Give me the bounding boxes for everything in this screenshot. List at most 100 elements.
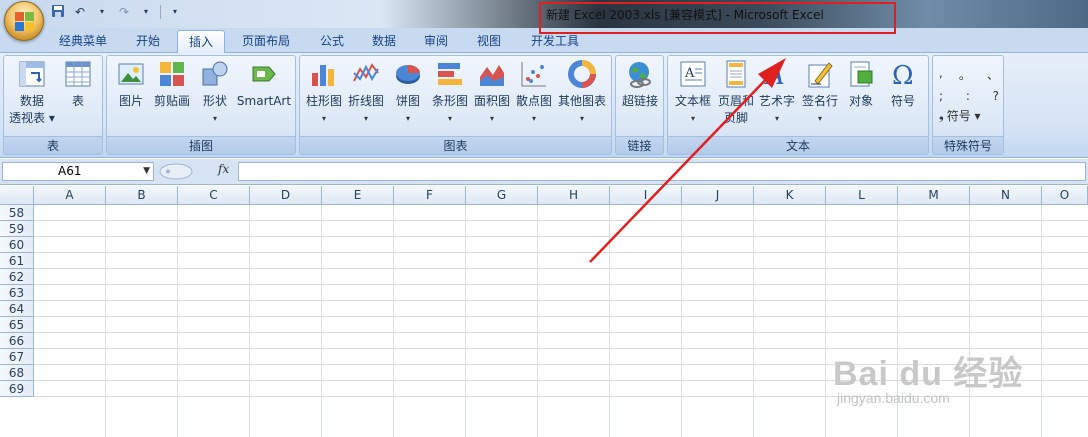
column-header-k[interactable]: K [754,186,826,205]
redo-dropdown-icon[interactable]: ▾ [138,4,154,20]
row-header-59[interactable]: 59 [0,221,34,237]
sheet-row[interactable] [34,269,1088,285]
wordart-label: 艺术字 [758,94,795,108]
tab-page-layout[interactable]: 页面布局 [234,30,298,53]
undo-icon[interactable]: ↶ [72,4,88,20]
sheet-row[interactable] [34,237,1088,253]
column-header-f[interactable]: F [394,186,466,205]
hyperlink-button[interactable]: 超链接 [618,59,662,110]
wordart-icon: A [762,59,792,91]
scatter-chart-icon [519,59,549,89]
bar-chart-button[interactable]: 条形图 ▾ [430,59,470,124]
shapes-button[interactable]: 形状 ▾ [197,59,233,124]
redo-icon[interactable]: ↷ [116,4,132,20]
column-header-e[interactable]: E [322,186,394,205]
sheet-row[interactable] [34,253,1088,269]
symbol-colon[interactable]: : [966,89,970,103]
column-header-j[interactable]: J [682,186,754,205]
symbol-semicolon[interactable]: ; [939,89,943,103]
column-header-o[interactable]: O [1042,186,1088,205]
name-box[interactable]: A61 ▼ [2,162,154,181]
group-special-symbols: , 。 、 ; : ? ❟ 符号 ▾ 特殊符号 [932,55,1004,155]
symbol-label: 符号 [890,94,915,108]
symbol-gallery[interactable]: , 。 、 ; : ? ❟ 符号 ▾ [939,66,999,124]
name-box-value: A61 [58,164,82,178]
tab-classic-menu[interactable]: 经典菜单 [48,30,118,53]
column-header-b[interactable]: B [106,186,178,205]
other-charts-dropdown-icon: ▾ [579,114,584,123]
office-button[interactable] [4,1,44,41]
wordart-button[interactable]: A 艺术字 ▾ [756,59,798,124]
smartart-button[interactable]: SmartArt [235,59,293,110]
column-header-a[interactable]: A [34,186,106,205]
group-links-label: 链接 [616,136,663,154]
column-header-h[interactable]: H [538,186,610,205]
header-footer-label-1: 页眉和 [717,94,754,108]
symbol-comma[interactable]: , [939,66,943,83]
customize-qat-icon[interactable]: ▾ [167,4,183,20]
row-header-62[interactable]: 62 [0,269,34,285]
pie-chart-button[interactable]: 饼图 ▾ [388,59,428,124]
row-header-66[interactable]: 66 [0,333,34,349]
other-charts-button[interactable]: 其他图表 ▾ [556,59,608,124]
scatter-chart-button[interactable]: 散点图 ▾ [514,59,554,124]
column-header-g[interactable]: G [466,186,538,205]
tab-data[interactable]: 数据 [362,30,406,53]
sheet-row[interactable] [34,285,1088,301]
sheet-row[interactable] [34,317,1088,333]
symbol-pause[interactable]: 、 [987,66,999,83]
tab-home[interactable]: 开始 [126,30,170,53]
row-header-60[interactable]: 60 [0,237,34,253]
sheet-row[interactable] [34,221,1088,237]
watermark-url: jingyan.baidu.com [837,390,950,406]
row-header-68[interactable]: 68 [0,365,34,381]
sheet-row[interactable] [34,301,1088,317]
omega-icon: Ω [888,59,918,91]
column-header-i[interactable]: I [610,186,682,205]
row-header-67[interactable]: 67 [0,349,34,365]
table-label: 表 [71,94,84,108]
row-header-63[interactable]: 63 [0,285,34,301]
column-chart-button[interactable]: 柱形图 ▾ [304,59,344,124]
special-symbol-dropdown[interactable]: 符号 ▾ [947,107,981,124]
area-chart-icon [477,59,507,89]
column-header-d[interactable]: D [250,186,322,205]
column-header-n[interactable]: N [970,186,1042,205]
tab-formulas[interactable]: 公式 [310,30,354,53]
row-header-65[interactable]: 65 [0,317,34,333]
undo-dropdown-icon[interactable]: ▾ [94,4,110,20]
tab-insert[interactable]: 插入 [177,30,225,53]
column-header-m[interactable]: M [898,186,970,205]
object-button[interactable]: 对象 [844,59,878,110]
header-footer-button[interactable]: 页眉和 页脚 [716,59,756,127]
picture-button[interactable]: 图片 [113,59,149,110]
row-header-64[interactable]: 64 [0,301,34,317]
textbox-button[interactable]: A 文本框 ▾ [672,59,714,124]
tab-review[interactable]: 审阅 [414,30,458,53]
pivot-table-label-1: 数据 [19,94,44,108]
column-header-c[interactable]: C [178,186,250,205]
symbol-period[interactable]: 。 [959,66,971,83]
save-icon[interactable] [50,4,66,20]
name-box-dropdown-icon[interactable]: ▼ [143,163,150,180]
row-header-69[interactable]: 69 [0,381,34,397]
tab-view[interactable]: 视图 [467,30,511,53]
select-all-corner[interactable] [0,186,34,205]
group-text-label: 文本 [668,136,928,154]
area-chart-button[interactable]: 面积图 ▾ [472,59,512,124]
clipart-button[interactable]: 剪贴画 [151,59,193,110]
symbol-button[interactable]: Ω 符号 [882,59,924,110]
formula-input[interactable] [238,162,1086,181]
pivot-table-button[interactable]: 数据 透视表 ▾ [8,59,56,127]
signature-line-button[interactable]: 签名行 ▾ [798,59,842,124]
column-header-l[interactable]: L [826,186,898,205]
row-header-61[interactable]: 61 [0,253,34,269]
symbol-question[interactable]: ? [993,89,999,103]
group-illustrations: 图片 剪贴画 形状 ▾ SmartArt 插图 [106,55,296,155]
sheet-row[interactable] [34,205,1088,221]
line-chart-button[interactable]: 折线图 ▾ [346,59,386,124]
shapes-icon [200,59,230,89]
table-button[interactable]: 表 [60,59,96,110]
insert-function-icon[interactable]: fx [218,162,229,176]
row-header-58[interactable]: 58 [0,205,34,221]
